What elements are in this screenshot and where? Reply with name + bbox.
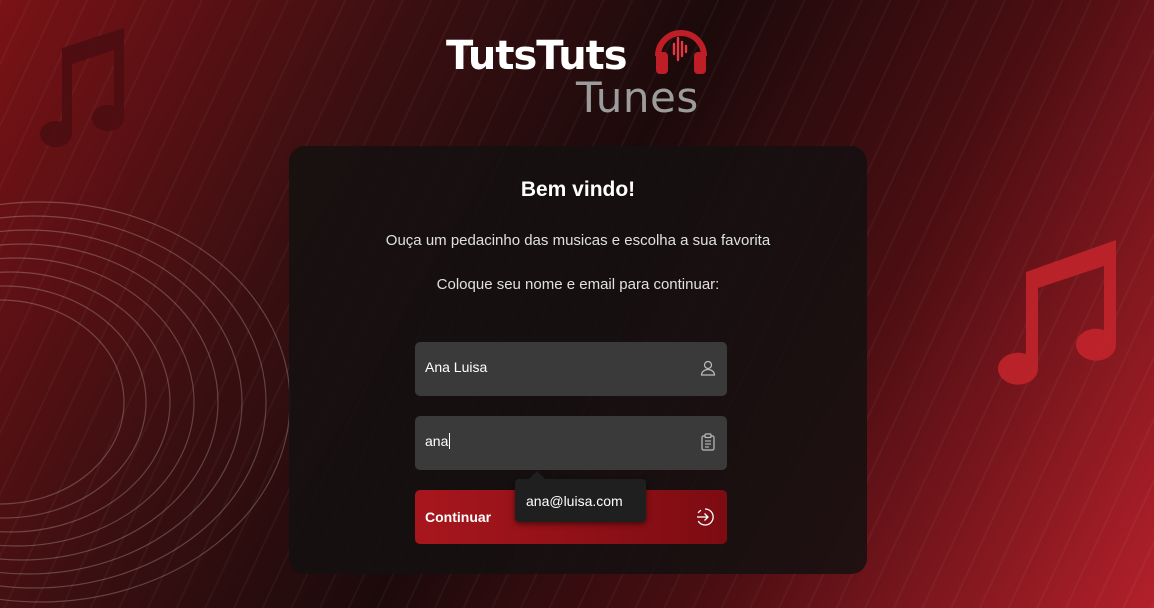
name-input-value: Ana Luisa <box>425 359 488 375</box>
app-logo: TutsTuts Tunes <box>446 20 716 122</box>
user-icon <box>700 360 716 376</box>
logo-subtitle: Tunes <box>576 73 699 122</box>
suggestion-text: ana@luisa.com <box>526 493 623 509</box>
email-autocomplete-suggestion[interactable]: ana@luisa.com <box>515 471 646 522</box>
enter-icon <box>697 508 714 526</box>
card-instruction: Coloque seu nome e email para continuar: <box>436 276 720 293</box>
sound-rings <box>0 201 291 603</box>
clipboard-icon <box>701 433 715 451</box>
email-input-value: ana <box>425 433 449 449</box>
music-note-icon <box>40 28 125 148</box>
continue-button-label: Continuar <box>425 509 492 525</box>
music-note-icon <box>998 240 1117 385</box>
logo-title: TutsTuts <box>446 33 628 79</box>
card-subtitle: Ouça um pedacinho das musicas e escolha … <box>385 232 771 249</box>
email-input[interactable]: ana <box>415 416 727 470</box>
name-input[interactable]: Ana Luisa <box>415 342 727 396</box>
card-title: Bem vindo! <box>520 178 636 201</box>
text-cursor <box>449 433 451 449</box>
headphone-icon <box>655 30 707 74</box>
